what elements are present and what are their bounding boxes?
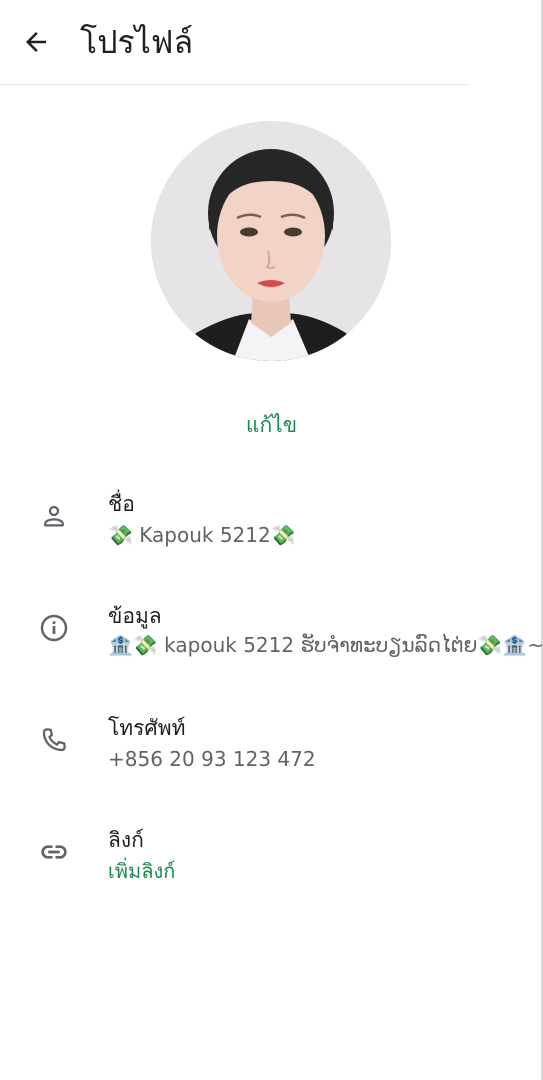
links-label: ลิงก์ bbox=[108, 828, 144, 852]
add-link-button[interactable]: เพิ่มลิงก์ bbox=[108, 856, 543, 886]
profile-photo[interactable] bbox=[151, 121, 391, 361]
header-divider bbox=[0, 84, 470, 85]
links-row[interactable]: ลิงก์ เพิ่มลิงก์ bbox=[0, 816, 543, 916]
phone-value: +856 20 93 123 472 bbox=[108, 747, 316, 771]
name-row[interactable]: ชื่อ 💸 Kapouk 5212💸 bbox=[0, 480, 543, 580]
name-value: 💸 Kapouk 5212💸 bbox=[108, 523, 296, 547]
app-bar: โปรไฟล์ bbox=[0, 0, 541, 84]
phone-label: โทรศัพท์ bbox=[108, 716, 186, 740]
about-row[interactable]: ข้อมูล 🏦💸 kapouk 5212 ຮັບຈຳທະບຽນລົດໄຕ່ຍ💸… bbox=[0, 592, 543, 692]
profile-photo-image bbox=[151, 121, 391, 361]
about-value: 🏦💸 kapouk 5212 ຮັບຈຳທະບຽນລົດໄຕ່ຍ💸🏦~ສິ bbox=[108, 633, 543, 657]
name-label: ชื่อ bbox=[108, 492, 135, 516]
about-label: ข้อมูล bbox=[108, 604, 162, 628]
edit-photo-link[interactable]: แก้ไข bbox=[0, 408, 543, 442]
page-title: โปรไฟล์ bbox=[80, 23, 194, 61]
person-icon bbox=[34, 496, 74, 536]
info-icon bbox=[34, 608, 74, 648]
link-icon bbox=[34, 832, 74, 872]
phone-row[interactable]: โทรศัพท์ +856 20 93 123 472 bbox=[0, 704, 543, 804]
phone-icon bbox=[34, 720, 74, 760]
arrow-left-icon bbox=[26, 32, 46, 52]
back-button[interactable] bbox=[16, 22, 56, 62]
